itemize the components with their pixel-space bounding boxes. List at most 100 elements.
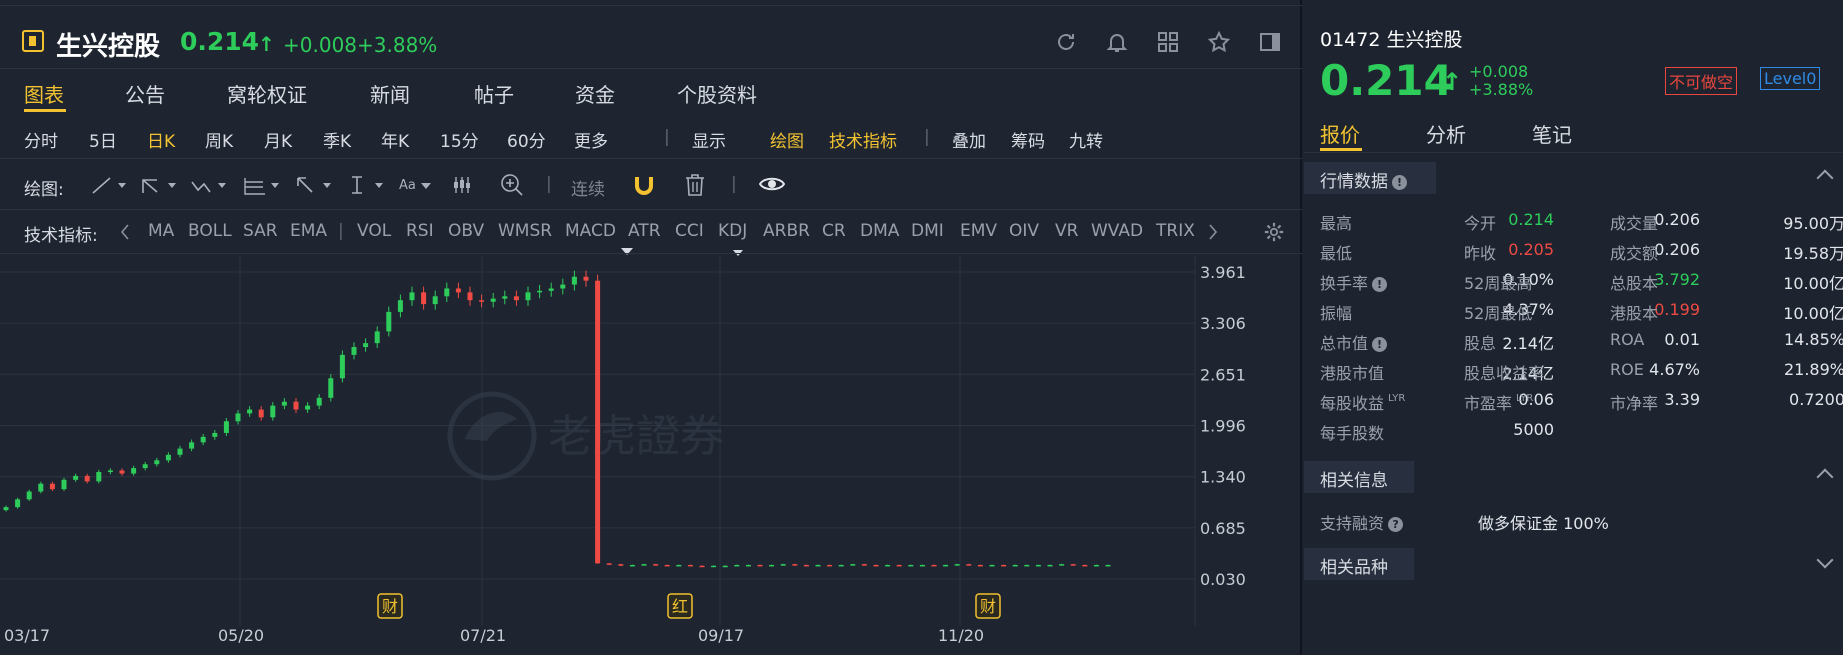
- zoom-in-icon[interactable]: [500, 173, 524, 197]
- market-data-value: 19.58万: [1783, 244, 1843, 263]
- candle-body: [885, 564, 891, 567]
- refresh-icon[interactable]: [1054, 30, 1078, 54]
- info-icon[interactable]: !: [1372, 277, 1388, 292]
- period-weekly-k[interactable]: 周K: [205, 127, 233, 152]
- tab-analysis[interactable]: 分析: [1426, 119, 1466, 148]
- indicator-trix[interactable]: TRIX: [1156, 221, 1195, 241]
- indicator-vol[interactable]: VOL: [357, 221, 391, 241]
- level-badge[interactable]: Level0: [1760, 67, 1821, 90]
- tab-warrants[interactable]: 窝轮权证: [227, 79, 307, 108]
- info-icon[interactable]: !: [1372, 337, 1388, 352]
- chevron-right-icon[interactable]: [1208, 224, 1218, 240]
- candle-body: [664, 564, 670, 567]
- bell-icon[interactable]: [1105, 30, 1129, 54]
- event-marker-label: 红: [672, 597, 688, 616]
- candle-tool-icon[interactable]: [451, 174, 473, 196]
- indicators-toggle[interactable]: 技术指标: [829, 127, 897, 152]
- indicator-boll[interactable]: BOLL: [188, 221, 232, 241]
- grid-layout-icon[interactable]: [1156, 30, 1180, 54]
- indicator-wmsr[interactable]: WMSR: [498, 221, 552, 241]
- fibonacci-tool-icon[interactable]: [243, 174, 283, 196]
- indicator-atr[interactable]: ATR: [628, 221, 661, 241]
- tab-capital[interactable]: 资金: [575, 79, 615, 108]
- indicator-cr[interactable]: CR: [822, 221, 846, 241]
- indicator-emv[interactable]: EMV: [960, 221, 997, 241]
- collapse-chevron-up-icon[interactable]: [1816, 468, 1834, 486]
- indicator-wvad[interactable]: WVAD: [1091, 221, 1143, 241]
- period-intraday[interactable]: 分时: [24, 127, 58, 152]
- candle-body: [606, 563, 612, 565]
- delete-icon[interactable]: [684, 173, 706, 197]
- related-products-section-header[interactable]: 相关品种: [1304, 548, 1414, 580]
- related-info-section-header[interactable]: 相关信息: [1304, 461, 1414, 493]
- x-tick-label: 05/20: [218, 626, 264, 645]
- star-icon[interactable]: [1207, 30, 1231, 54]
- collapse-chevron-up-icon[interactable]: [1816, 169, 1834, 187]
- candle-body: [84, 475, 90, 482]
- candle-body: [73, 475, 79, 480]
- indicator-ema[interactable]: EMA: [290, 221, 327, 241]
- magnet-icon[interactable]: [633, 173, 655, 197]
- period-monthly-k[interactable]: 月K: [264, 127, 292, 152]
- indicator-vr[interactable]: VR: [1055, 221, 1078, 241]
- indicator-ma[interactable]: MA: [148, 221, 174, 241]
- continuous-draw-toggle[interactable]: 连续: [571, 175, 605, 200]
- text-tool-dropdown-icon[interactable]: [421, 183, 433, 191]
- market-data-label: 换手率!: [1320, 270, 1388, 294]
- tab-announcements[interactable]: 公告: [125, 79, 165, 108]
- indicator-oiv[interactable]: OIV: [1009, 221, 1039, 241]
- eye-icon[interactable]: [759, 175, 785, 193]
- market-data-section-header[interactable]: 行情数据!: [1304, 162, 1436, 194]
- text-tool[interactable]: Aa: [399, 178, 416, 193]
- period-more[interactable]: 更多: [574, 127, 608, 152]
- tab-profile[interactable]: 个股资料: [677, 79, 757, 108]
- tab-news[interactable]: 新闻: [370, 79, 410, 108]
- wave-tool-icon[interactable]: [190, 174, 230, 196]
- candle-body: [281, 401, 287, 406]
- overlay-button[interactable]: 叠加: [952, 127, 986, 152]
- indicator-dma[interactable]: DMA: [860, 221, 899, 241]
- channel-tool-icon[interactable]: [140, 174, 180, 196]
- period-15min[interactable]: 15分: [440, 127, 479, 152]
- indicator-sar[interactable]: SAR: [243, 221, 278, 241]
- draw-toggle[interactable]: 绘图: [770, 127, 804, 152]
- market-data-row: 振幅 4.37% 52周最低 0.199 港股本 10.00亿: [1304, 300, 1843, 326]
- display-menu[interactable]: 显示: [692, 127, 726, 152]
- period-60min[interactable]: 60分: [507, 127, 546, 152]
- measure-tool-icon[interactable]: [347, 174, 387, 196]
- period-quarterly-k[interactable]: 季K: [323, 127, 351, 152]
- tab-notes[interactable]: 笔记: [1532, 119, 1572, 148]
- candle-body: [896, 564, 902, 567]
- help-icon[interactable]: ?: [1388, 517, 1404, 532]
- expand-chevron-down-icon[interactable]: [1816, 551, 1834, 569]
- event-marker: 财: [975, 593, 1001, 619]
- y-tick-label: 0.030: [1200, 570, 1246, 589]
- indicator-arbr[interactable]: ARBR: [763, 221, 810, 241]
- candle-body: [26, 491, 32, 500]
- indicator-dmi[interactable]: DMI: [911, 221, 944, 241]
- candle-body: [258, 409, 264, 418]
- chips-button[interactable]: 筹码: [1011, 127, 1045, 152]
- side-panel-icon[interactable]: [1258, 30, 1282, 54]
- line-tool-icon[interactable]: [90, 174, 130, 196]
- indicator-macd[interactable]: MACD: [565, 221, 616, 241]
- info-icon[interactable]: !: [1392, 175, 1407, 190]
- period-daily-k[interactable]: 日K: [147, 127, 175, 152]
- period-5day[interactable]: 5日: [89, 127, 117, 152]
- kline-chart[interactable]: 老虎證券 3.961 3.306 2.651 1.996 1.340 0.685 0.030…: [0, 254, 1300, 655]
- market-data-label: 股息: [1464, 334, 1497, 353]
- market-data-row: 港股市值 2.14亿 股息收益率 4.67% ROE 21.89%: [1304, 360, 1843, 386]
- indicator-rsi[interactable]: RSI: [406, 221, 434, 241]
- indicator-kdj[interactable]: KDJ: [718, 221, 747, 241]
- candle-body: [339, 354, 345, 379]
- tab-quote[interactable]: 报价: [1320, 119, 1360, 148]
- indicator-obv[interactable]: OBV: [448, 221, 484, 241]
- tab-posts[interactable]: 帖子: [474, 79, 514, 108]
- nine-turn-button[interactable]: 九转: [1069, 127, 1103, 152]
- chevron-left-icon[interactable]: [120, 224, 130, 240]
- indicator-cci[interactable]: CCI: [675, 221, 704, 241]
- period-yearly-k[interactable]: 年K: [381, 127, 409, 152]
- tab-chart[interactable]: 图表: [24, 79, 64, 108]
- settings-gear-icon[interactable]: [1263, 221, 1285, 243]
- arrow-tool-icon[interactable]: [295, 174, 335, 196]
